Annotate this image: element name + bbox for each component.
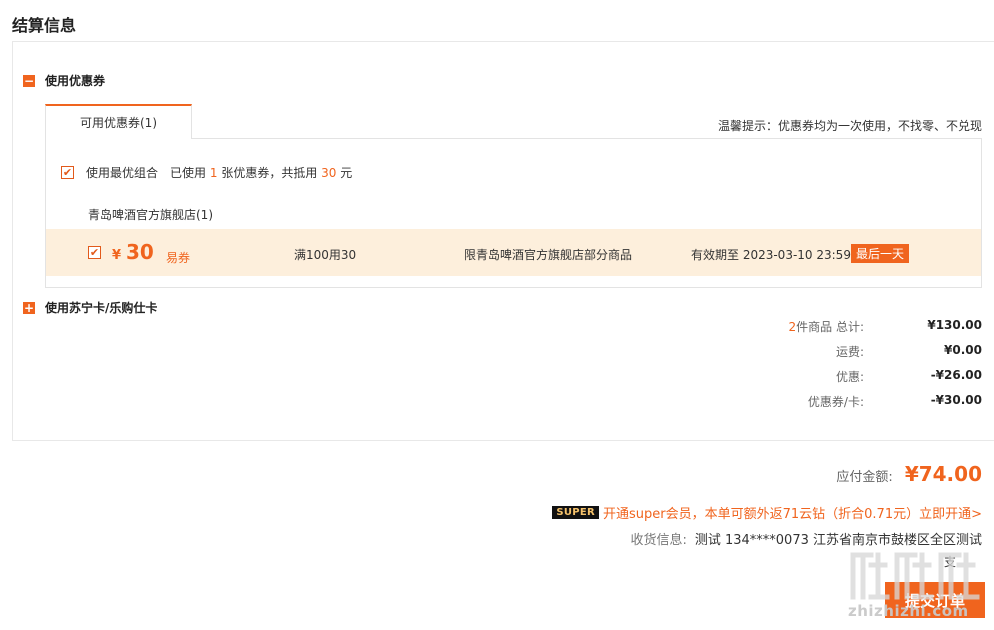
best-combo-row: ✔ 使用最优组合 已使用 1 张优惠券，共抵用 30 元 (61, 164, 352, 181)
summary-discount-label: 优惠: (835, 370, 864, 384)
summary-total-value: ¥130.00 (927, 318, 982, 332)
shipping-info: 收货信息: 测试 134****0073 江苏省南京市鼓楼区全区测试 (630, 529, 982, 548)
summary-shipping-row: 运费: ¥0.00 (682, 343, 982, 360)
summary-coupon-label: 优惠券/卡: (807, 395, 864, 409)
pay-label: 支 (944, 555, 957, 569)
coupon-type: 易券 (166, 251, 191, 265)
summary-coupon-row: 优惠券/卡: -¥30.00 (682, 393, 982, 410)
summary-total-row: 2件商品 总计: ¥130.00 (682, 318, 983, 335)
coupon-condition: 满100用30 (294, 248, 357, 262)
summary-discount-value: -¥26.00 (930, 368, 982, 382)
store-name: 青岛啤酒官方旗舰店(1) (88, 208, 213, 222)
summary-coupon-value: -¥30.00 (930, 393, 982, 407)
card-section-header[interactable]: + 使用苏宁卡/乐购仕卡 (23, 299, 157, 316)
card-section-title: 使用苏宁卡/乐购仕卡 (45, 301, 158, 315)
coupon-validity: 有效期至 2023-03-10 23:59 (691, 248, 851, 262)
best-combo-label: 使用最优组合 (86, 166, 159, 180)
summary-total-label: 2件商品 总计: (788, 320, 865, 334)
summary-discount-row: 优惠: -¥26.00 (682, 368, 982, 385)
shipping-info-value: 测试 134****0073 江苏省南京市鼓楼区全区测试 (694, 533, 982, 548)
coupon-item[interactable]: ✔ ¥ 30 易券 满100用30 限青岛啤酒官方旗舰店部分商品 有效期至 20… (46, 229, 981, 276)
summary-shipping-label: 运费: (835, 345, 864, 359)
shipping-info-label: 收货信息: (630, 533, 687, 548)
payable-value: ¥74.00 (904, 462, 982, 486)
minus-square-icon[interactable]: − (23, 74, 35, 87)
super-promo-link[interactable]: 开通super会员，本单可额外返71云钻（折合0.71元）立即开通> (603, 503, 982, 522)
payable-label: 应付金额: (836, 470, 893, 485)
coupon-section-title: 使用优惠券 (45, 74, 106, 88)
page-title: 结算信息 (12, 16, 77, 35)
coupon-checkbox[interactable]: ✔ (88, 246, 101, 259)
best-combo-checkbox[interactable]: ✔ (61, 166, 74, 179)
coupon-scope: 限青岛啤酒官方旗舰店部分商品 (464, 248, 633, 262)
summary-shipping-value: ¥0.00 (944, 343, 982, 357)
coupon-amount: 30 (126, 240, 154, 264)
watermark-text: zhizhizhi.com (848, 602, 969, 620)
coupon-tip: 温馨提示：优惠券均为一次使用，不找零、不兑现 (717, 119, 982, 133)
tab-available-coupons[interactable]: 可用优惠券(1) (45, 104, 192, 139)
best-combo-summary: 已使用 1 张优惠券，共抵用 30 元 (170, 166, 353, 180)
super-promo[interactable]: SUPER 开通super会员，本单可额外返71云钻（折合0.71元）立即开通> (552, 503, 982, 522)
last-day-badge: 最后一天 (851, 244, 910, 263)
payable-amount: 应付金额: ¥74.00 (836, 462, 982, 486)
coupon-currency: ¥ (112, 248, 122, 263)
super-badge: SUPER (552, 506, 599, 519)
plus-square-icon[interactable]: + (23, 301, 35, 314)
coupon-section-header[interactable]: − 使用优惠券 (23, 72, 105, 89)
